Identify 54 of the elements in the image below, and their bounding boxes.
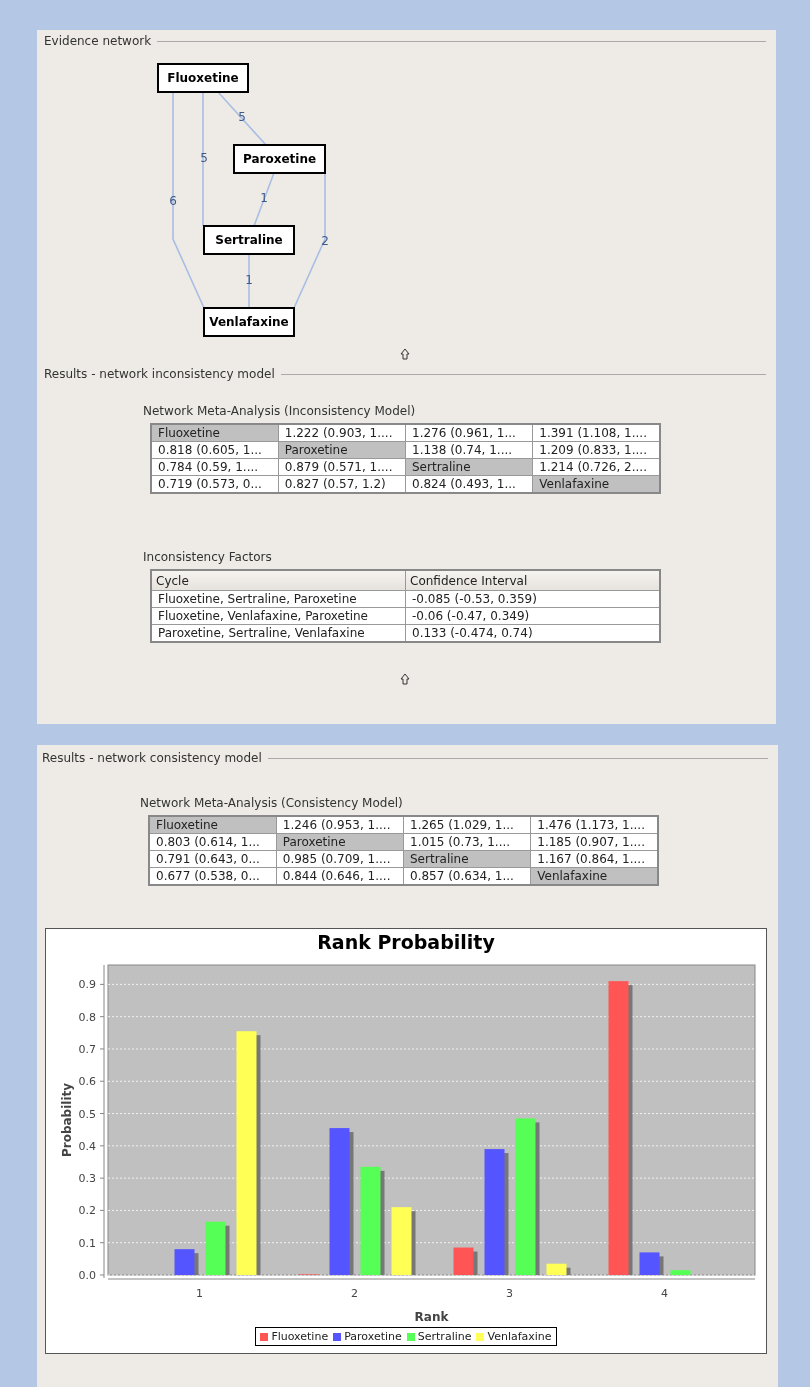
y-tick-label: 0.4 bbox=[78, 1139, 96, 1153]
edge-label: 1 bbox=[260, 191, 268, 205]
legend-label: Fluoxetine bbox=[271, 1330, 329, 1343]
x-tick-label: 1 bbox=[196, 1287, 203, 1300]
y-tick-label: 0.5 bbox=[78, 1107, 96, 1121]
bar bbox=[670, 1270, 691, 1275]
legend-label: Paroxetine bbox=[344, 1330, 402, 1343]
node: Paroxetine bbox=[233, 144, 326, 174]
legend-label: Venlafaxine bbox=[487, 1330, 552, 1343]
edge-line bbox=[253, 172, 275, 227]
chart-title: Rank Probability bbox=[316, 930, 496, 955]
edge-label: 5 bbox=[238, 110, 246, 124]
edge-label: 2 bbox=[321, 234, 329, 248]
column-header[interactable]: Confidence Interval bbox=[405, 570, 660, 591]
table-cell: Fluoxetine bbox=[151, 424, 279, 442]
section-title: Results - network inconsistency model bbox=[44, 367, 275, 381]
y-axis-title: Probability bbox=[60, 1082, 74, 1158]
table-cell: 1.476 (1.173, 1.... bbox=[530, 816, 658, 834]
table-cell: Fluoxetine bbox=[149, 816, 277, 834]
node: Sertraline bbox=[203, 225, 295, 255]
y-tick-label: 0.0 bbox=[78, 1269, 96, 1282]
table-cell: 1.276 (0.961, 1... bbox=[405, 424, 533, 442]
x-tick-label: 3 bbox=[506, 1287, 513, 1300]
collapse-arrow-icon[interactable] bbox=[400, 348, 410, 360]
table-cell: 1.222 (0.903, 1.... bbox=[278, 424, 406, 442]
y-tick-label: 0.2 bbox=[78, 1204, 96, 1218]
edge-label: 1 bbox=[245, 273, 253, 287]
node: Fluoxetine bbox=[157, 63, 249, 93]
x-tick-label: 2 bbox=[351, 1287, 358, 1300]
bar bbox=[391, 1207, 416, 1275]
edge-line bbox=[217, 91, 267, 146]
column-header[interactable]: Cycle bbox=[151, 570, 406, 591]
y-tick-label: 0.3 bbox=[78, 1172, 96, 1186]
table-cell: 1.246 (0.953, 1.... bbox=[276, 816, 404, 834]
y-tick-label: 0.9 bbox=[78, 978, 96, 992]
y-tick-label: 0.7 bbox=[78, 1042, 96, 1056]
table-title: Network Meta-Analysis (Inconsistency Model) bbox=[143, 404, 417, 418]
x-axis-title: Rank bbox=[414, 1310, 449, 1324]
x-tick-label: 4 bbox=[661, 1287, 668, 1300]
table-cell: 1.265 (1.029, 1... bbox=[403, 816, 531, 834]
table-cell: 1.391 (1.108, 1.... bbox=[532, 424, 660, 442]
section-title: Results - network consistency model bbox=[42, 751, 262, 765]
node: Venlafaxine bbox=[203, 307, 295, 337]
edge-label: 5 bbox=[200, 151, 208, 165]
section-title: Evidence network bbox=[44, 34, 152, 48]
y-tick-label: 0.8 bbox=[78, 1010, 96, 1024]
y-tick-label: 0.1 bbox=[78, 1236, 96, 1250]
collapse-arrow-icon[interactable] bbox=[400, 673, 410, 685]
bar bbox=[174, 1249, 199, 1275]
table-title: Inconsistency Factors bbox=[143, 550, 273, 564]
y-tick-label: 0.6 bbox=[78, 1075, 96, 1089]
table-title: Network Meta-Analysis (Consistency Model) bbox=[140, 796, 404, 810]
legend-label: Sertraline bbox=[417, 1330, 472, 1343]
edge-label: 6 bbox=[169, 194, 177, 208]
